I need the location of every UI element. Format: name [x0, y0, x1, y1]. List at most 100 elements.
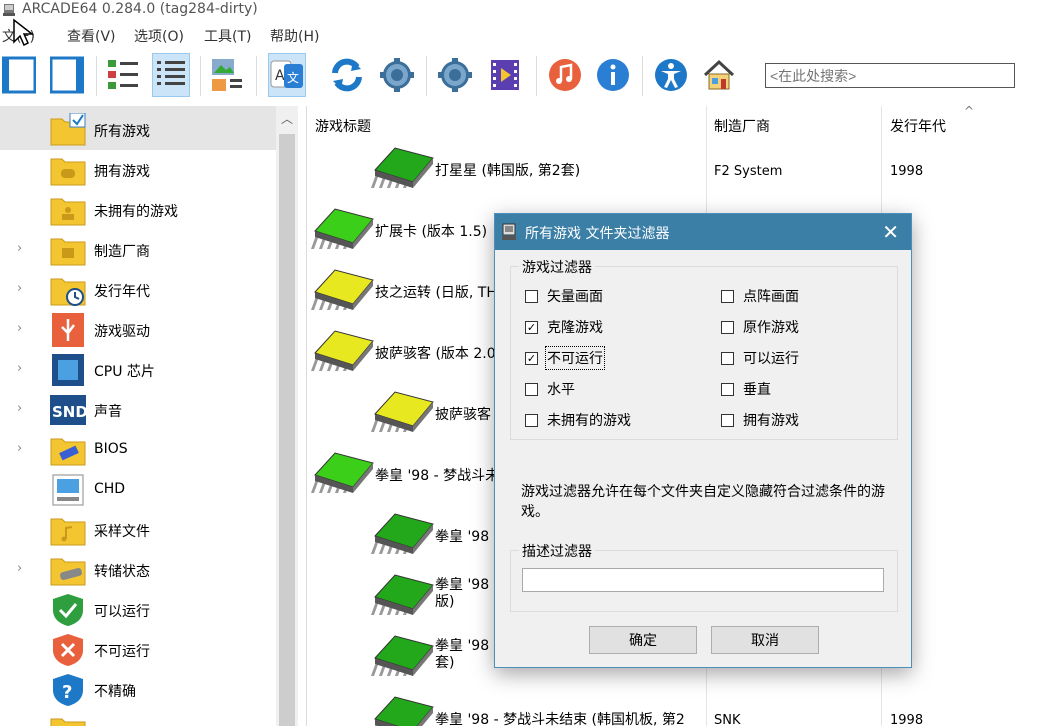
menu-view[interactable]: 查看(V) — [67, 26, 116, 46]
checkbox-label: 垂直 — [743, 382, 771, 398]
tree-item[interactable] — [0, 710, 276, 726]
checkbox-empty-icon[interactable] — [721, 382, 734, 396]
audio-button[interactable] — [546, 53, 584, 97]
checkbox-empty-icon[interactable] — [721, 413, 734, 427]
folder-check-icon — [50, 113, 86, 146]
translate-button[interactable]: A文 — [268, 53, 306, 97]
checkbox-checked-icon[interactable]: ✓ — [525, 320, 538, 334]
scroll-up-icon[interactable]: ︿ — [281, 110, 293, 127]
filter-checkbox[interactable]: ✓ 克隆游戏 — [525, 317, 603, 337]
checkbox-empty-icon[interactable] — [721, 351, 734, 365]
about-button[interactable] — [594, 53, 632, 97]
table-row[interactable]: 打星星 (韩国版, 第2套) F2 System 1998 — [307, 142, 1046, 202]
tree-item[interactable]: 不可运行 — [0, 630, 276, 670]
pane-left-icon — [2, 56, 36, 94]
tree-item[interactable]: CHD — [0, 470, 276, 510]
toggle-screenshot-pane-button[interactable] — [48, 53, 86, 97]
folder-music-icon — [50, 518, 86, 546]
chevron-right-icon[interactable]: › — [17, 241, 22, 256]
default-options-button[interactable] — [436, 53, 474, 97]
home-button[interactable] — [700, 53, 738, 97]
tree-item[interactable]: 所有游戏 — [0, 110, 276, 150]
chevron-right-icon[interactable]: › — [17, 321, 22, 336]
column-header-manufacturer[interactable]: 制造厂商 — [714, 116, 770, 136]
filter-checkbox[interactable]: 矢量画面 — [525, 286, 603, 306]
filter-checkbox[interactable]: 垂直 — [721, 379, 771, 399]
screenshot-view-button[interactable] — [208, 53, 246, 97]
tree-item[interactable]: 可以运行 — [0, 590, 276, 630]
chevron-right-icon[interactable]: › — [17, 361, 22, 376]
table-row[interactable]: 拳皇 '98 - 梦战斗未结束 (韩国机板, 第2 SNK 1998 — [307, 691, 1046, 726]
tree-item[interactable]: › SND 声音 — [0, 390, 276, 430]
checkbox-empty-icon[interactable] — [525, 289, 538, 303]
checkbox-label: 点阵画面 — [743, 289, 799, 305]
sound-snd-icon: SND — [50, 395, 86, 425]
menu-help[interactable]: 帮助(H) — [270, 26, 319, 46]
menu-tools[interactable]: 工具(T) — [204, 26, 251, 46]
tree-item[interactable]: › 转储状态 — [0, 550, 276, 590]
checkbox-empty-icon[interactable] — [721, 289, 734, 303]
game-year: 1998 — [890, 713, 924, 726]
cancel-button[interactable]: 取消 — [711, 626, 819, 654]
close-icon[interactable]: ✕ — [882, 220, 899, 244]
tree-item[interactable]: › 制造厂商 — [0, 230, 276, 270]
menu-options[interactable]: 选项(O) — [134, 26, 184, 46]
tree-item[interactable]: 未拥有的游戏 — [0, 190, 276, 230]
column-header-title[interactable]: 游戏标题 — [315, 116, 371, 136]
tree-item[interactable]: › CPU 芯片 — [0, 350, 276, 390]
checkbox-empty-icon[interactable] — [525, 382, 538, 396]
shield-check-icon — [53, 594, 83, 626]
filter-checkbox[interactable]: 可以运行 — [721, 348, 799, 368]
filter-checkbox[interactable]: ✓ 不可运行 — [525, 346, 605, 370]
checkbox-label: 不可运行 — [545, 346, 605, 370]
chevron-right-icon[interactable]: › — [17, 401, 22, 416]
folder-manufacturer-icon — [50, 238, 86, 266]
checkbox-checked-icon[interactable]: ✓ — [525, 351, 538, 365]
sort-ascending-icon: ^ — [964, 106, 975, 118]
chevron-right-icon[interactable]: › — [17, 441, 22, 456]
large-icons-view-button[interactable] — [104, 53, 142, 97]
describe-filter-input[interactable] — [522, 568, 884, 592]
chevron-right-icon[interactable]: › — [17, 561, 22, 576]
ok-button[interactable]: 确定 — [589, 626, 697, 654]
tree-item-label: CHD — [94, 481, 126, 497]
filter-checkbox[interactable]: 原作游戏 — [721, 317, 799, 337]
scrollbar-thumb[interactable] — [279, 134, 295, 726]
video-button[interactable] — [486, 53, 524, 97]
column-header-year[interactable]: 发行年代 — [890, 116, 946, 136]
toggle-folder-pane-button[interactable] — [0, 53, 38, 97]
tree-item[interactable]: ? 不精确 — [0, 670, 276, 710]
filter-checkbox[interactable]: 拥有游戏 — [721, 410, 799, 430]
checkbox-empty-icon[interactable] — [525, 413, 538, 427]
options-button[interactable] — [378, 53, 416, 97]
filter-checkbox[interactable]: 水平 — [525, 379, 575, 399]
game-title: 打星星 (韩国版, 第2套) — [435, 163, 581, 179]
folder-tree-scrollbar[interactable]: ︿ — [276, 106, 298, 726]
accessibility-button[interactable] — [652, 53, 690, 97]
tree-item[interactable]: › 发行年代 — [0, 270, 276, 310]
tree-item-label: CPU 芯片 — [94, 364, 155, 380]
tree-item-label: 声音 — [94, 404, 122, 420]
describe-filter-label: 描述过滤器 — [519, 541, 595, 561]
checkbox-label: 原作游戏 — [743, 320, 799, 336]
dialog-app-icon — [502, 223, 516, 240]
home-icon — [703, 59, 735, 90]
music-icon — [549, 59, 581, 91]
filter-checkbox[interactable]: 未拥有的游戏 — [525, 410, 631, 430]
tree-item[interactable]: › 游戏驱动 — [0, 310, 276, 350]
checkbox-empty-icon[interactable] — [721, 320, 734, 334]
tree-item[interactable]: 采样文件 — [0, 510, 276, 550]
refresh-button[interactable] — [328, 53, 366, 97]
chevron-right-icon[interactable]: › — [17, 281, 22, 296]
game-title: 拳皇 '98 - 梦战斗未结束 (韩国机板, 第2 — [435, 712, 685, 726]
folder-icon — [50, 718, 86, 726]
checkbox-label: 拥有游戏 — [743, 413, 799, 429]
details-view-button[interactable] — [152, 53, 190, 97]
accessibility-icon — [655, 59, 687, 91]
info-icon — [597, 59, 629, 91]
filter-checkbox[interactable]: 点阵画面 — [721, 286, 799, 306]
tree-item[interactable]: 拥有游戏 — [0, 150, 276, 190]
tree-item[interactable]: › BIOS — [0, 430, 276, 470]
dialog-title-bar: 所有游戏 文件夹过滤器 ✕ — [495, 214, 911, 250]
search-input[interactable] — [765, 63, 1015, 88]
